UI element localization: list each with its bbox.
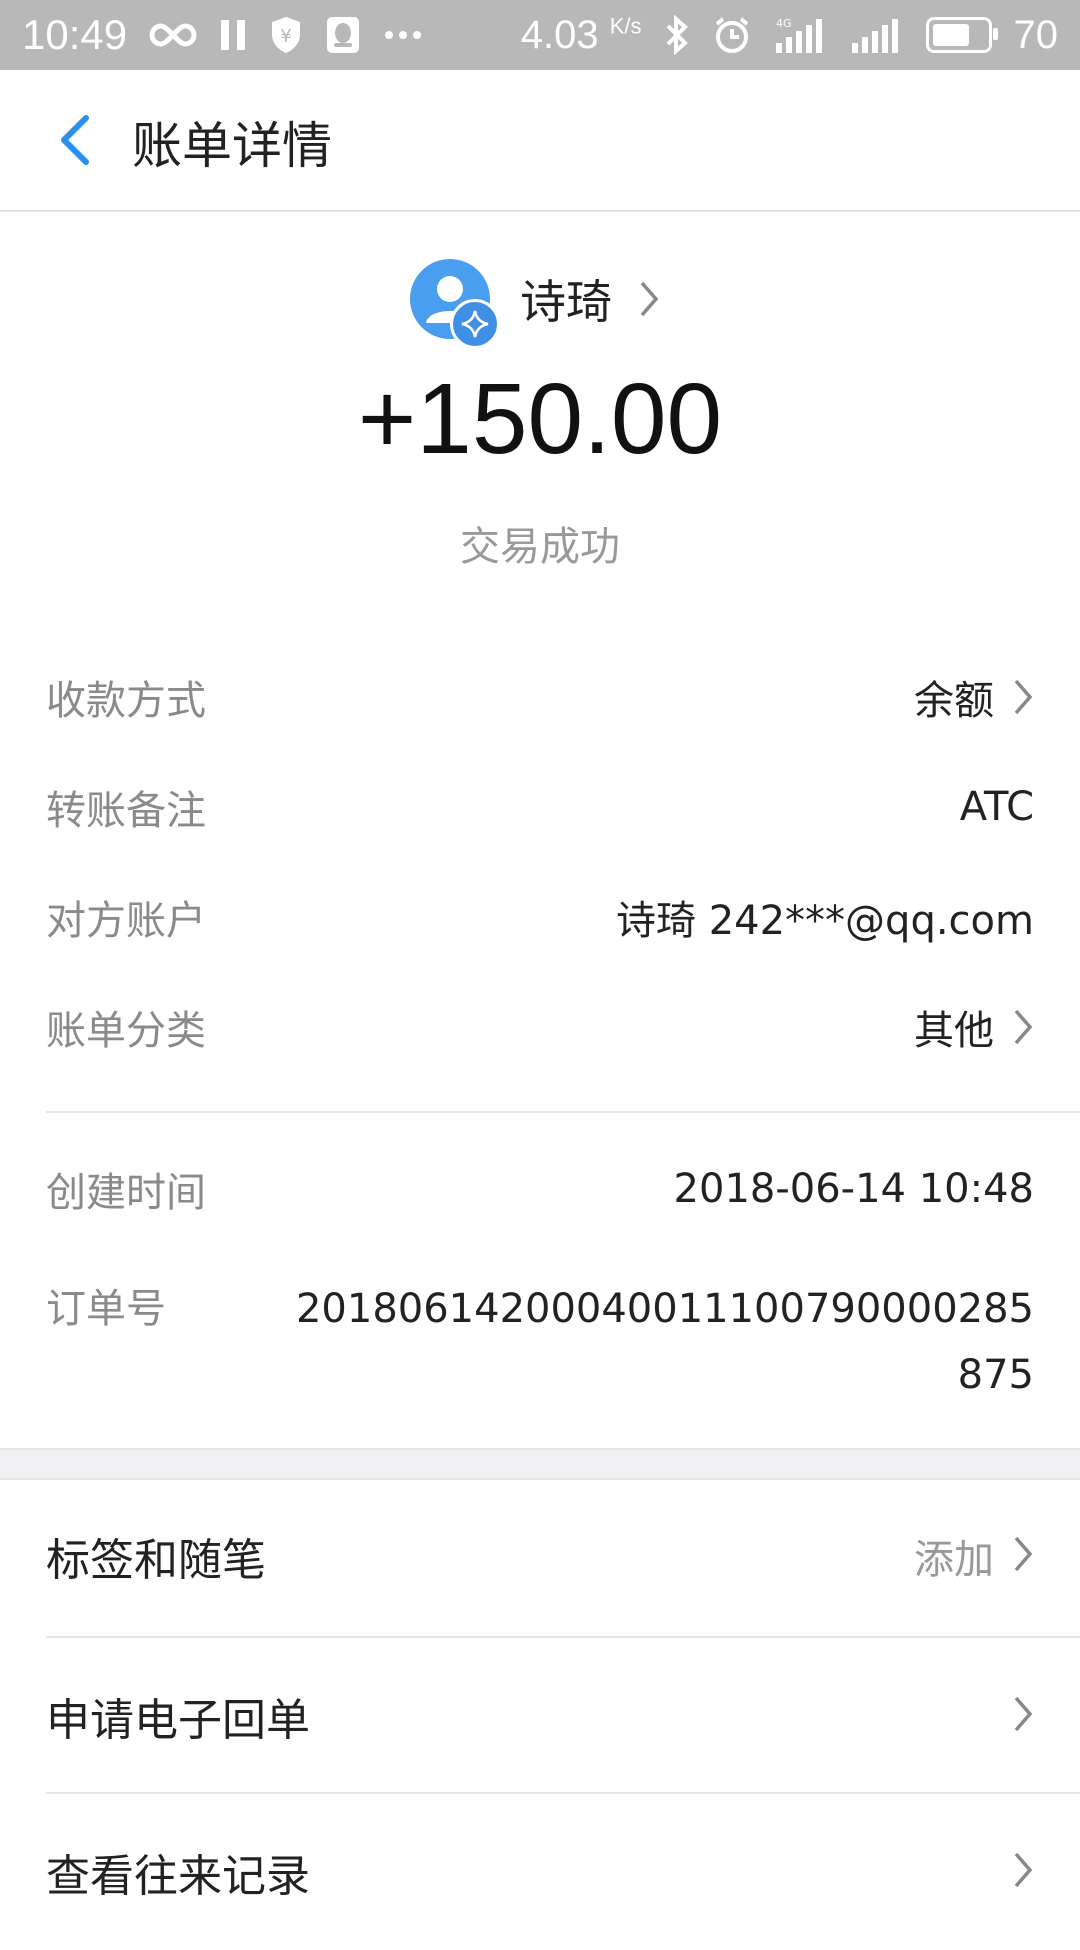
svg-text:4G: 4G bbox=[776, 17, 792, 30]
detail-label: 订单号 bbox=[46, 1286, 166, 1332]
order-number: 20180614200040011100790000285875 bbox=[295, 1286, 1034, 1398]
menu-label: 标签和随笔 bbox=[46, 1535, 266, 1586]
alarm-icon bbox=[712, 15, 752, 55]
avatar bbox=[410, 259, 500, 349]
detail-label: 收款方式 bbox=[46, 678, 206, 724]
history-row[interactable]: 查看往来记录 bbox=[46, 1794, 1034, 1950]
detail-row-payment-method[interactable]: 收款方式 余额 bbox=[46, 642, 1034, 752]
detail-value: 2018-06-14 10:48 bbox=[673, 1166, 1034, 1212]
chevron-right-icon bbox=[1012, 677, 1034, 717]
chevron-right-icon bbox=[1012, 1007, 1034, 1047]
transaction-summary: 诗琦 +150.00 交易成功 bbox=[0, 212, 1080, 612]
status-bar: 10:49 ¥ 4.03 K/s 4G 70 bbox=[0, 0, 1080, 70]
chevron-right-icon bbox=[1012, 1534, 1034, 1578]
detail-value: ATC bbox=[959, 784, 1034, 830]
menu-label: 查看往来记录 bbox=[46, 1851, 310, 1902]
detail-value: 余额 bbox=[914, 678, 994, 724]
chevron-right-icon bbox=[1012, 1850, 1034, 1894]
battery-percent: 70 bbox=[1013, 12, 1059, 57]
pause-icon bbox=[219, 18, 247, 52]
detail-row-created-time: 创建时间 2018-06-14 10:48 bbox=[46, 1134, 1034, 1244]
status-time: 10:49 bbox=[22, 11, 128, 58]
qq-icon bbox=[325, 15, 361, 55]
payer-name: 诗琦 bbox=[520, 275, 612, 329]
detail-label: 创建时间 bbox=[46, 1170, 206, 1216]
shield-yen-icon: ¥ bbox=[269, 15, 303, 55]
net-speed: 4.03 K/s bbox=[520, 12, 642, 57]
detail-value: 其他 bbox=[914, 1008, 994, 1054]
svg-text:¥: ¥ bbox=[280, 26, 291, 47]
verified-star-icon bbox=[450, 299, 500, 349]
detail-row-category[interactable]: 账单分类 其他 bbox=[46, 972, 1034, 1082]
payer-link[interactable]: 诗琦 bbox=[410, 254, 660, 349]
transaction-status: 交易成功 bbox=[460, 524, 620, 570]
add-hint: 添加 bbox=[914, 1537, 994, 1583]
tags-notes-row[interactable]: 标签和随笔 添加 bbox=[46, 1478, 1034, 1634]
detail-label: 转账备注 bbox=[46, 788, 206, 834]
section-separator bbox=[0, 1448, 1080, 1480]
infinity-icon bbox=[149, 20, 197, 50]
detail-label: 账单分类 bbox=[46, 1008, 206, 1054]
page-title: 账单详情 bbox=[132, 117, 332, 175]
back-arrow-icon bbox=[61, 115, 89, 165]
detail-row-memo: 转账备注 ATC bbox=[46, 752, 1034, 862]
bluetooth-icon bbox=[664, 15, 690, 55]
signal-icon bbox=[850, 15, 904, 55]
detail-row-order-number: 订单号 20180614200040011100790000285875 bbox=[46, 1262, 1034, 1402]
divider bbox=[46, 1111, 1080, 1113]
battery-icon bbox=[925, 17, 998, 53]
chevron-right-icon bbox=[1012, 1694, 1034, 1738]
detail-value: 诗琦 242***@qq.com bbox=[616, 898, 1034, 944]
e-receipt-row[interactable]: 申请电子回单 bbox=[46, 1638, 1034, 1794]
signal-4g-icon: 4G bbox=[774, 15, 828, 55]
nav-bar: 账单详情 bbox=[0, 70, 1080, 212]
menu-label: 申请电子回单 bbox=[46, 1695, 310, 1746]
more-dots-icon bbox=[383, 29, 423, 41]
chevron-right-icon bbox=[638, 279, 660, 319]
amount: +150.00 bbox=[357, 363, 723, 475]
detail-label: 对方账户 bbox=[46, 898, 206, 944]
detail-row-counterparty: 对方账户 诗琦 242***@qq.com bbox=[46, 862, 1034, 972]
back-button[interactable] bbox=[44, 108, 104, 172]
